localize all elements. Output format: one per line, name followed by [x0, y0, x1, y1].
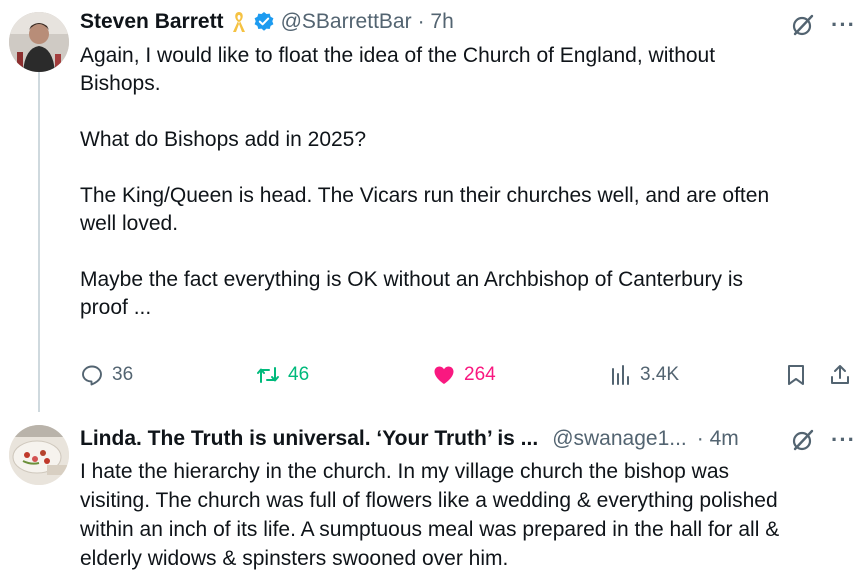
bookmark-button[interactable]	[784, 363, 808, 387]
bookmark-icon	[788, 365, 804, 385]
author-name[interactable]: Steven Barrett	[80, 10, 224, 34]
views-icon	[612, 365, 629, 385]
view-count: 3.4K	[640, 364, 680, 385]
retweet-button[interactable]: 46	[256, 363, 309, 387]
like-button[interactable]: 264	[432, 363, 496, 387]
author-handle[interactable]: @SBarrettBar	[281, 10, 412, 34]
reply-text: I hate the hierarchy in the church. In m…	[80, 460, 780, 570]
tweet-menu-area: ···	[791, 13, 856, 37]
avatar[interactable]	[9, 425, 69, 485]
author-handle[interactable]: @swanage1...	[552, 427, 687, 451]
verified-badge-icon[interactable]	[253, 11, 275, 33]
retweet-count: 46	[288, 364, 310, 385]
reply-header: Linda. The Truth is universal. ‘Your Tru…	[80, 427, 739, 451]
grok-icon[interactable]	[791, 428, 815, 452]
retweet-icon	[257, 367, 279, 383]
heart-icon	[434, 366, 454, 384]
thread-connector-line	[38, 72, 40, 412]
tweet-time[interactable]: · 7h	[418, 10, 454, 34]
more-icon[interactable]: ···	[831, 14, 856, 36]
more-icon[interactable]: ···	[831, 429, 856, 451]
reply-icon	[82, 365, 102, 386]
tweet-time[interactable]: · 4m	[697, 427, 739, 451]
grok-icon[interactable]	[791, 13, 815, 37]
tweet-action-bar: 36 46 264 3.4K	[78, 363, 858, 393]
views-button[interactable]: 3.4K	[608, 363, 679, 387]
reply-count: 36	[112, 364, 134, 385]
reply-menu-area: ···	[791, 428, 856, 452]
share-button[interactable]	[828, 363, 852, 387]
share-icon	[831, 365, 849, 384]
reply-button[interactable]: 36	[80, 363, 133, 387]
like-count: 264	[464, 364, 496, 385]
author-name[interactable]: Linda. The Truth is universal. ‘Your Tru…	[80, 427, 538, 451]
avatar[interactable]	[9, 12, 69, 72]
tweet-text: Again, I would like to float the idea of…	[80, 44, 770, 319]
yellow-ribbon-icon	[232, 12, 245, 32]
tweet-header: Steven Barrett @SBarrettBar · 7h	[80, 10, 454, 34]
